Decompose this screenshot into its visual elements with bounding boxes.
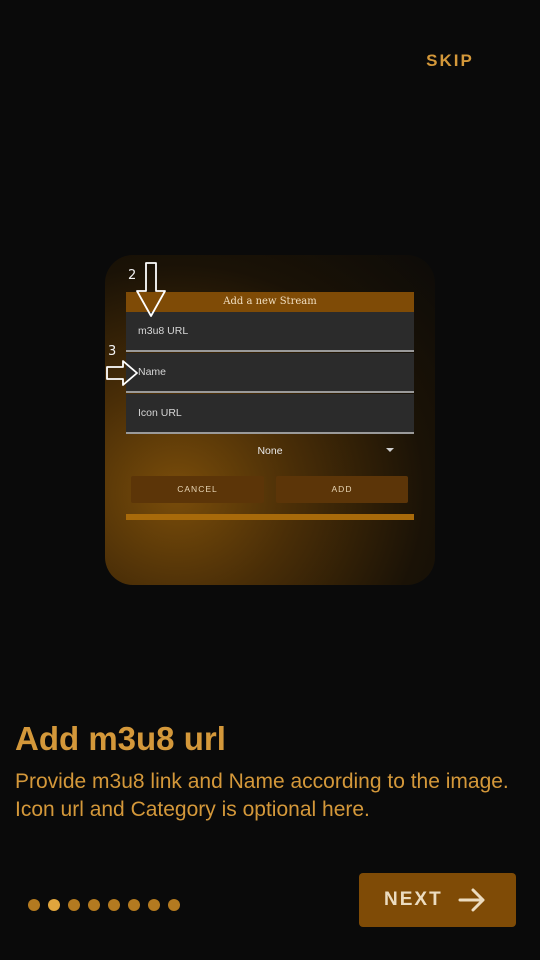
dialog-bottom-bar	[126, 514, 414, 520]
page-dot	[108, 899, 120, 911]
dialog-title: Add a new Stream	[126, 292, 414, 312]
arrow-right-icon	[106, 360, 138, 386]
next-button-label: NEXT	[384, 889, 443, 910]
add-stream-dialog-preview: Add a new Stream m3u8 URL Name Icon URL …	[126, 292, 414, 520]
arrow-down-icon	[136, 262, 166, 317]
tutorial-illustration: Add a new Stream m3u8 URL Name Icon URL …	[105, 255, 435, 585]
category-dropdown: None	[126, 436, 414, 466]
page-dot	[88, 899, 100, 911]
page-dot	[28, 899, 40, 911]
page-dot	[148, 899, 160, 911]
skip-button[interactable]: SKIP	[420, 48, 480, 74]
page-description: Provide m3u8 link and Name according to …	[15, 770, 509, 821]
icon-url-field: Icon URL	[126, 394, 414, 434]
page-dot-active	[48, 899, 60, 911]
category-value: None	[257, 445, 283, 457]
page-title: Add m3u8 url	[15, 720, 226, 757]
next-button[interactable]: NEXT	[359, 873, 516, 927]
arrow-right-icon	[458, 888, 485, 912]
m3u8-url-field: m3u8 URL	[126, 312, 414, 352]
add-button-preview: ADD	[276, 476, 408, 503]
cancel-button-preview: CANCEL	[131, 476, 264, 503]
page-dot	[68, 899, 80, 911]
name-field: Name	[126, 353, 414, 393]
page-indicator	[28, 899, 188, 913]
page-dot	[128, 899, 140, 911]
step-marker-3: 3	[108, 344, 117, 359]
page-dot	[168, 899, 180, 911]
caret-down-icon	[386, 448, 394, 452]
